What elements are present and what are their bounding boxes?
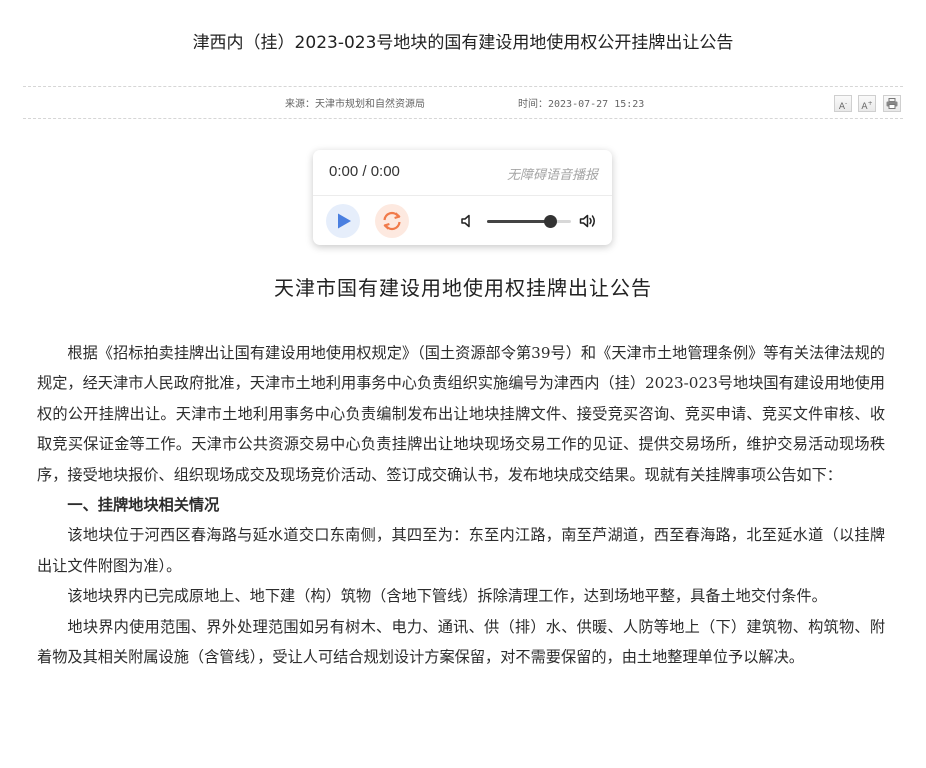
body-paragraph: 该地块位于河西区春海路与延水道交口东南侧，其四至为：东至内江路，南至芦湖道，西至… bbox=[37, 526, 885, 575]
audio-player: 0:00 / 0:00 无障碍语音播报 bbox=[313, 150, 612, 245]
play-icon bbox=[338, 213, 351, 229]
print-icon bbox=[886, 98, 898, 109]
audio-time: 0:00 / 0:00 bbox=[329, 163, 400, 180]
font-decrease-sign: - bbox=[845, 100, 848, 107]
section-title: 一、挂牌地块相关情况 bbox=[67, 496, 220, 515]
font-increase-button[interactable]: A+ bbox=[858, 95, 876, 112]
font-decrease-button[interactable]: A- bbox=[834, 95, 852, 112]
time-value: 2023-07-27 15:23 bbox=[548, 99, 645, 110]
font-increase-sign: + bbox=[867, 100, 873, 107]
audio-divider bbox=[313, 195, 612, 196]
print-button[interactable] bbox=[883, 95, 901, 112]
meta-bar: 来源：天津市规划和自然资源局 时间：2023-07-27 15:23 A- A+ bbox=[23, 86, 903, 119]
volume-fill bbox=[487, 220, 550, 223]
speaker-volume-icon[interactable] bbox=[579, 213, 597, 229]
volume-knob[interactable] bbox=[544, 215, 557, 228]
document-heading: 天津市国有建设用地使用权挂牌出让公告 bbox=[274, 276, 652, 300]
time-label: 时间： bbox=[518, 99, 548, 110]
publish-time: 时间：2023-07-27 15:23 bbox=[518, 95, 644, 110]
body-paragraph: 该地块界内已完成原地上、地下建（构）筑物（含地下管线）拆除清理工作，达到场地平整… bbox=[67, 587, 827, 606]
play-button[interactable] bbox=[326, 204, 360, 238]
replay-icon bbox=[383, 211, 401, 231]
body-paragraph: 地块界内使用范围、界外处理范围如另有树木、电力、通讯、供（排）水、供暖、人防等地… bbox=[37, 617, 885, 667]
audio-caption: 无障碍语音播报 bbox=[506, 168, 598, 183]
speaker-mute-icon[interactable] bbox=[460, 213, 476, 229]
volume-slider[interactable] bbox=[487, 214, 571, 228]
page-title: 津西内（挂）2023-023号地块的国有建设用地使用权公开挂牌出让公告 bbox=[192, 33, 734, 53]
replay-button[interactable] bbox=[375, 204, 409, 238]
intro-paragraph: 根据《招标拍卖挂牌出让国有建设用地使用权规定》（国土资源部令第39号）和《天津市… bbox=[37, 344, 885, 484]
source-text: 来源：天津市规划和自然资源局 bbox=[285, 99, 425, 110]
document-body: 根据《招标拍卖挂牌出让国有建设用地使用权规定》（国土资源部令第39号）和《天津市… bbox=[37, 338, 885, 672]
